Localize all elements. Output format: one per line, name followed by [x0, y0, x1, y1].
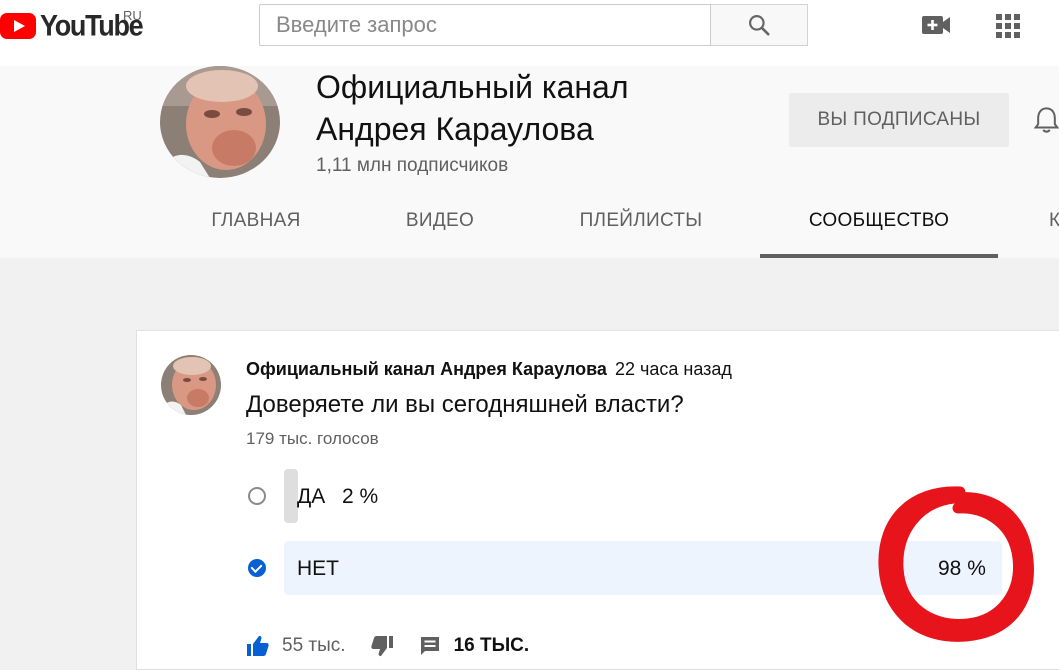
search-button[interactable] — [711, 4, 808, 46]
post-author-avatar[interactable] — [161, 355, 221, 415]
youtube-play-icon — [0, 13, 36, 39]
poll-result-bar-yes[interactable] — [284, 469, 298, 523]
poll-question: Доверяете ли вы сегодняшней власти? — [246, 391, 684, 418]
youtube-logo[interactable]: YouTube RU — [0, 8, 144, 42]
notification-bell-button[interactable] — [1030, 102, 1059, 138]
post-meta: Официальный канал Андрея Караулова 22 час… — [246, 359, 732, 380]
bell-icon — [1034, 107, 1059, 133]
create-video-button[interactable] — [918, 10, 954, 40]
tab-community[interactable]: СООБЩЕСТВО — [760, 190, 998, 258]
post-timestamp[interactable]: 22 часа назад — [615, 359, 732, 379]
poll-vote-count: 179 тыс. голосов — [246, 429, 379, 448]
region-label: RU — [123, 8, 142, 23]
like-count: 55 тыс. — [282, 635, 346, 656]
post-actions: 55 тыс. 16 ТЫС. — [246, 631, 529, 661]
channel-header: Официальный канал Андрея Караулова 1,11 … — [0, 66, 1059, 258]
poll-option-label-no: НЕТ — [297, 557, 339, 580]
tab-videos[interactable]: ВИДЕО — [380, 190, 500, 258]
tab-playlists[interactable]: ПЛЕЙЛИСТЫ — [560, 190, 722, 258]
poll-option-label-yes: ДА — [297, 485, 326, 508]
apps-grid-icon — [996, 14, 1020, 38]
comment-icon[interactable] — [418, 634, 442, 658]
search-icon — [749, 15, 770, 36]
channel-avatar[interactable] — [160, 66, 280, 178]
channel-tabs: ГЛАВНАЯ ВИДЕО ПЛЕЙЛИСТЫ СООБЩЕСТВО К — [0, 190, 1059, 258]
thumbs-up-icon[interactable] — [246, 634, 270, 658]
top-bar: YouTube RU — [0, 0, 1059, 66]
video-camera-add-icon — [922, 16, 950, 34]
subscriber-count: 1,11 млн подписчиков — [316, 155, 509, 176]
post-author-name[interactable]: Официальный канал Андрея Караулова — [246, 359, 607, 379]
poll-option-percent-no: 98 % — [938, 557, 986, 580]
poll-option-percent-yes: 2 % — [342, 485, 379, 508]
search-box — [259, 4, 711, 46]
search-input[interactable] — [260, 5, 710, 45]
tab-home[interactable]: ГЛАВНАЯ — [186, 190, 326, 258]
community-post: Официальный канал Андрея Караулова 22 час… — [136, 330, 1059, 670]
apps-button[interactable] — [992, 10, 1024, 42]
tab-channels[interactable]: К — [1049, 190, 1059, 258]
poll-option-radio-no[interactable] — [248, 559, 266, 577]
poll-option-radio-yes[interactable] — [248, 487, 266, 505]
poll-result-bar-no[interactable] — [284, 541, 1002, 595]
comment-count: 16 ТЫС. — [453, 635, 530, 656]
channel-title: Официальный канал Андрея Караулова — [316, 69, 629, 147]
subscribed-button[interactable]: ВЫ ПОДПИСАНЫ — [789, 93, 1009, 147]
thumbs-down-icon[interactable] — [370, 634, 394, 658]
